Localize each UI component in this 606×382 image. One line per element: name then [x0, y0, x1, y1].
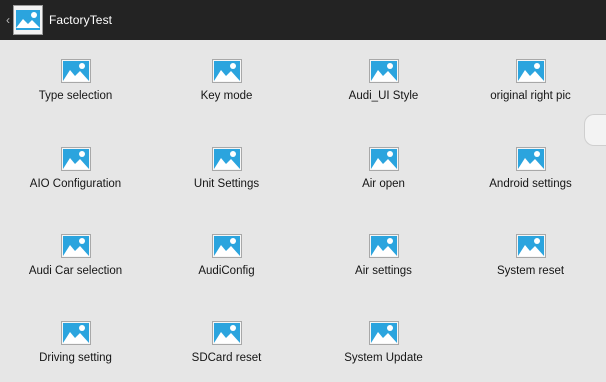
- menu-item-label: AudiConfig: [198, 265, 255, 277]
- image-placeholder-icon: [211, 234, 242, 258]
- menu-item-key-mode[interactable]: Key mode: [151, 40, 302, 120]
- top-bar: ‹ FactoryTest: [0, 0, 606, 40]
- menu-item-label: Driving setting: [39, 352, 112, 364]
- image-placeholder-icon: [368, 147, 399, 171]
- image-placeholder-icon: [515, 147, 546, 171]
- image-placeholder-icon: [211, 321, 242, 345]
- image-placeholder-icon: [60, 321, 91, 345]
- image-placeholder-icon: [211, 147, 242, 171]
- image-placeholder-icon: [60, 234, 91, 258]
- menu-item-sdcard-reset[interactable]: SDCard reset: [151, 302, 302, 382]
- menu-item-label: Key mode: [200, 90, 253, 102]
- menu-item-audi-ui-style[interactable]: Audi_UI Style: [308, 40, 459, 120]
- menu-item-android-settings[interactable]: Android settings: [455, 128, 606, 208]
- image-placeholder-icon: [211, 59, 242, 83]
- menu-item-label: Android settings: [489, 178, 572, 190]
- image-placeholder-icon: [60, 147, 91, 171]
- menu-item-label: Audi_UI Style: [348, 90, 419, 102]
- menu-item-label: System Update: [344, 352, 423, 364]
- chevron-left-icon[interactable]: ‹: [3, 0, 13, 40]
- menu-item-audi-car-selection[interactable]: Audi Car selection: [0, 215, 151, 295]
- menu-item-unit-settings[interactable]: Unit Settings: [151, 128, 302, 208]
- menu-item-type-selection[interactable]: Type selection: [0, 40, 151, 120]
- menu-item-original-right-pic[interactable]: original right pic: [455, 40, 606, 120]
- image-placeholder-icon: [515, 59, 546, 83]
- image-placeholder-icon: [515, 234, 546, 258]
- menu-item-label: Audi Car selection: [28, 265, 123, 277]
- menu-item-label: original right pic: [490, 90, 571, 102]
- image-placeholder-icon: [16, 10, 40, 30]
- menu-item-audiconfig[interactable]: AudiConfig: [151, 215, 302, 295]
- side-drawer-handle[interactable]: [584, 114, 606, 146]
- menu-item-air-open[interactable]: Air open: [308, 128, 459, 208]
- menu-item-label: Type selection: [38, 90, 113, 102]
- menu-item-label: Unit Settings: [193, 178, 260, 190]
- menu-item-system-update[interactable]: System Update: [308, 302, 459, 382]
- menu-grid: Type selection Key mode Audi_UI Style or…: [0, 40, 606, 367]
- image-placeholder-icon: [368, 59, 399, 83]
- menu-item-driving-setting[interactable]: Driving setting: [0, 302, 151, 382]
- menu-item-label: SDCard reset: [191, 352, 262, 364]
- image-placeholder-icon[interactable]: [13, 5, 43, 35]
- image-placeholder-icon: [60, 59, 91, 83]
- image-placeholder-icon: [368, 321, 399, 345]
- menu-item-aio-configuration[interactable]: AIO Configuration: [0, 128, 151, 208]
- menu-item-label: AIO Configuration: [29, 178, 122, 190]
- menu-item-label: Air open: [362, 178, 405, 190]
- menu-item-label: System reset: [496, 265, 565, 277]
- menu-item-system-reset[interactable]: System reset: [455, 215, 606, 295]
- image-placeholder-icon: [368, 234, 399, 258]
- menu-item-air-settings[interactable]: Air settings: [308, 215, 459, 295]
- app-title: FactoryTest: [49, 13, 113, 27]
- menu-item-label: Air settings: [355, 265, 412, 277]
